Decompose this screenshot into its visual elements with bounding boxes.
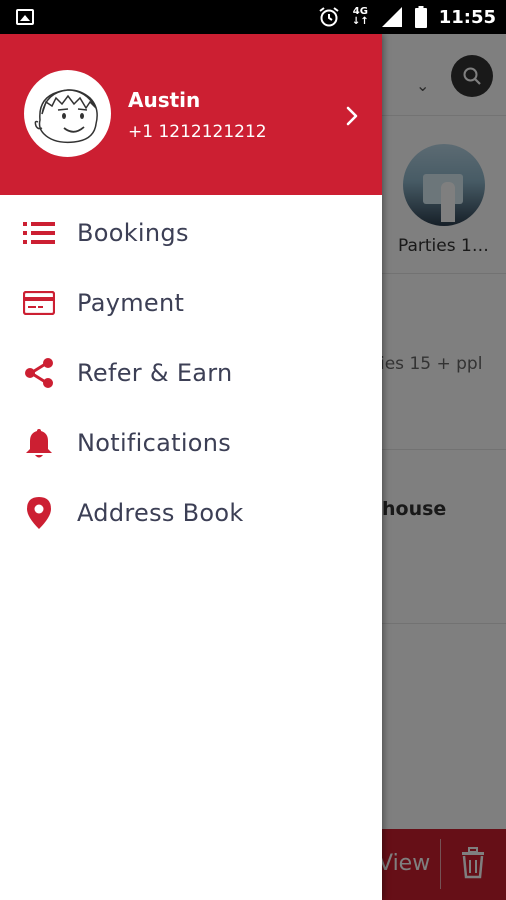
list-icon (22, 216, 56, 250)
alarm-icon (319, 7, 339, 27)
avatar[interactable] (24, 70, 111, 157)
menu-item-refer-earn[interactable]: Refer & Earn (0, 338, 382, 408)
chevron-right-icon[interactable] (343, 104, 361, 128)
navigation-drawer: Austin +1 1212121212 Bookings Payment Re… (0, 34, 382, 900)
menu-item-address-book[interactable]: Address Book (0, 478, 382, 548)
battery-icon (414, 6, 427, 28)
menu-item-payment[interactable]: Payment (0, 268, 382, 338)
menu-item-notifications[interactable]: Notifications (0, 408, 382, 478)
profile-name: Austin (128, 88, 201, 112)
profile-header[interactable]: Austin +1 1212121212 (0, 34, 382, 195)
profile-phone: +1 1212121212 (128, 122, 267, 142)
network-type: 4G ↓↑ (351, 6, 369, 27)
menu-item-label: Notifications (77, 429, 232, 457)
menu-item-label: Bookings (77, 219, 189, 247)
signal-icon (381, 7, 402, 27)
menu-item-label: Payment (77, 289, 185, 317)
gallery-notification-icon (16, 9, 34, 25)
location-pin-icon (22, 496, 56, 530)
status-bar: 4G ↓↑ 11:55 (0, 0, 506, 34)
credit-card-icon (22, 286, 56, 320)
cartoon-boy-avatar-icon (34, 89, 98, 144)
share-icon (22, 356, 56, 390)
menu-item-label: Address Book (77, 499, 244, 527)
menu-item-label: Refer & Earn (77, 359, 233, 387)
clock: 11:55 (438, 6, 496, 28)
bell-icon (22, 426, 56, 460)
menu-item-bookings[interactable]: Bookings (0, 198, 382, 268)
